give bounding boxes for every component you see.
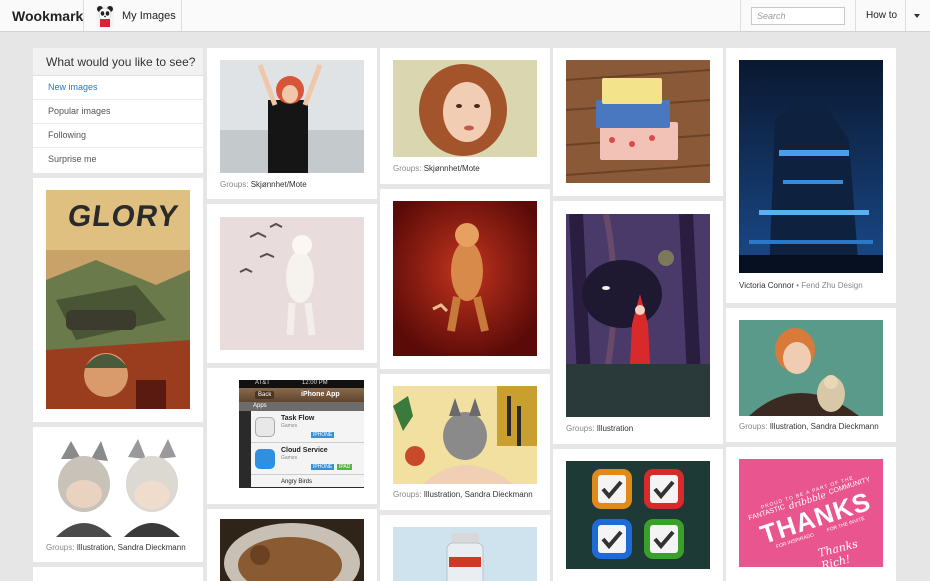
image-card-redhead[interactable]: Groups: Skjønnhet/Mote	[380, 48, 550, 184]
redhead-image[interactable]	[393, 60, 537, 157]
iphone-app-screenshot[interactable]: AT&T 12:00 PM Back iPhone App Apps Task …	[239, 380, 364, 488]
image-card-city[interactable]: Victoria Connor • Fend Zhu Design	[726, 48, 896, 303]
search-input[interactable]	[751, 7, 845, 25]
city-caption: Victoria Connor • Fend Zhu Design	[739, 281, 863, 290]
dancer-caption: Groups: Skjønnhet/Mote	[220, 180, 307, 189]
divider	[83, 0, 84, 31]
cloud-service-icon	[255, 449, 275, 469]
gift-boxes-image[interactable]	[566, 60, 710, 183]
city-image[interactable]	[739, 60, 883, 273]
image-card-dancer[interactable]: Groups: Skjønnhet/Mote	[207, 48, 377, 199]
group-link[interactable]: Illustration, Sandra Dieckmann	[77, 543, 186, 552]
wolf-caption: Groups: Illustration, Sandra Dieckmann	[393, 490, 533, 499]
riding-hood-image[interactable]	[566, 214, 710, 417]
chevron-down-icon[interactable]	[914, 14, 920, 18]
image-card-jar[interactable]	[380, 515, 550, 581]
menu-item-popular-images[interactable]: Popular images	[33, 100, 203, 124]
source-link[interactable]: Fend Zhu Design	[801, 281, 862, 290]
phone-section-header: Apps	[239, 402, 364, 411]
phone-status-bar: AT&T 12:00 PM	[239, 380, 364, 388]
group-link[interactable]: Illustration, Sandra Dieckmann	[770, 422, 879, 431]
red-astronaut-image[interactable]	[393, 201, 537, 356]
top-bar: Wookmark My Images How to	[0, 0, 930, 32]
menu-item-following[interactable]: Following	[33, 124, 203, 148]
image-card-bear[interactable]	[207, 509, 377, 581]
phone-app-row[interactable]: Cloud Service Games IPHONE IPAD	[251, 443, 364, 475]
my-images-link[interactable]: My Images	[96, 4, 176, 28]
image-card-boy-owl[interactable]: Groups: Illustration, Sandra Dieckmann	[726, 308, 896, 442]
image-card-cat-masks[interactable]: Groups: Illustration, Sandra Dieckmann	[33, 427, 203, 562]
thanks-signature: Thanks Rich!	[816, 537, 860, 567]
astronaut-birds-image[interactable]	[220, 217, 364, 350]
image-card-gift-boxes[interactable]	[553, 48, 723, 196]
group-link[interactable]: Skjønnhet/Mote	[251, 180, 307, 189]
cat-masks-caption: Groups: Illustration, Sandra Dieckmann	[46, 543, 186, 552]
task-flow-icon	[255, 417, 275, 437]
image-card-red-astronaut[interactable]	[380, 189, 550, 369]
image-card-thanks[interactable]: PROUD TO BE A PART OF THE FANTASTIC drib…	[726, 447, 896, 581]
phone-app-row[interactable]: Task Flow Games IPHONE	[251, 411, 364, 443]
dribbble-thanks-image[interactable]: PROUD TO BE A PART OF THE FANTASTIC drib…	[739, 459, 883, 567]
dancer-image[interactable]	[220, 60, 364, 173]
redhead-caption: Groups: Skjønnhet/Mote	[393, 164, 480, 173]
group-link[interactable]: Illustration, Sandra Dieckmann	[424, 490, 533, 499]
comic-cover-image[interactable]: GLORY	[46, 190, 190, 409]
divider	[855, 0, 856, 31]
author-link[interactable]: Victoria Connor	[739, 281, 794, 290]
browse-menu: What would you like to see? New images P…	[33, 48, 203, 173]
image-card-riding-hood[interactable]: Groups: Illustration	[553, 201, 723, 444]
bear-image[interactable]	[220, 519, 364, 581]
my-images-label: My Images	[122, 10, 176, 22]
panda-avatar-icon	[96, 5, 114, 27]
divider	[740, 0, 741, 31]
group-link[interactable]: Skjønnhet/Mote	[424, 164, 480, 173]
jar-image[interactable]	[393, 527, 537, 581]
riding-hood-caption: Groups: Illustration	[566, 424, 634, 433]
menu-item-surprise-me[interactable]: Surprise me	[33, 148, 203, 172]
boy-owl-caption: Groups: Illustration, Sandra Dieckmann	[739, 422, 879, 431]
image-card-checkmark-icons[interactable]	[553, 449, 723, 581]
phone-back-button[interactable]: Back	[255, 391, 275, 399]
wolf-image[interactable]	[393, 386, 537, 484]
image-card-comic[interactable]: GLORY	[33, 178, 203, 422]
how-to-link[interactable]: How to	[866, 10, 897, 21]
phone-nav-bar: Back iPhone App	[239, 388, 364, 402]
cat-masks-image[interactable]	[46, 439, 191, 537]
comic-title: GLORY	[65, 200, 181, 233]
brand-logo[interactable]: Wookmark	[12, 8, 83, 24]
menu-heading: What would you like to see?	[33, 48, 203, 76]
divider	[181, 0, 182, 31]
image-card-partial[interactable]	[33, 567, 203, 581]
image-card-wolf[interactable]: Groups: Illustration, Sandra Dieckmann	[380, 374, 550, 510]
group-link[interactable]: Illustration	[597, 424, 633, 433]
menu-item-new-images[interactable]: New images	[33, 76, 203, 100]
phone-app-row[interactable]: Angry Birds	[251, 475, 364, 487]
image-card-iphone-app[interactable]: AT&T 12:00 PM Back iPhone App Apps Task …	[207, 368, 377, 504]
divider	[905, 0, 906, 31]
image-card-astronaut-birds[interactable]	[207, 204, 377, 363]
phone-nav-title: iPhone App	[301, 391, 340, 398]
boy-owl-image[interactable]	[739, 320, 883, 416]
checkmark-icons-image[interactable]	[566, 461, 710, 569]
